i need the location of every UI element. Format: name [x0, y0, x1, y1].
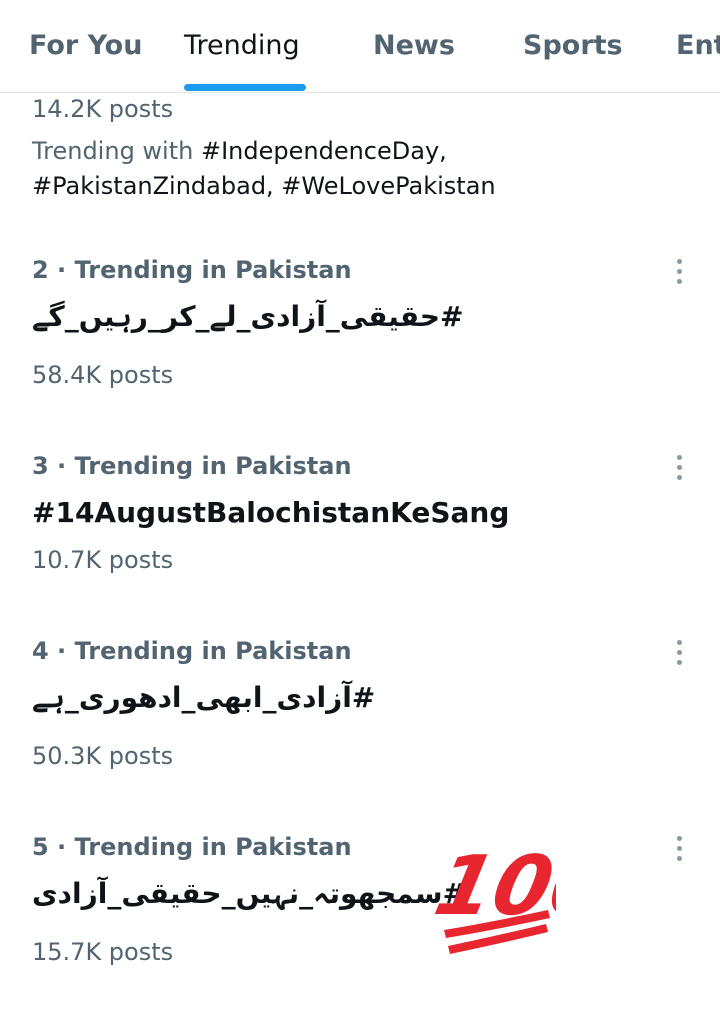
trend-name-text: #حقیقی_آزادی_لے_کر_رہیں_گے [32, 300, 464, 333]
tab-sports[interactable]: Sports [523, 30, 623, 61]
tab-trending[interactable]: Trending [184, 30, 300, 61]
tab-for-you[interactable]: For You [29, 30, 142, 61]
trend-name: #آزادی_ابھی_ادھوری_ہے [32, 681, 375, 714]
active-tab-indicator [184, 84, 306, 91]
trend-post-count: 14.2K posts [32, 95, 174, 123]
trend-post-count: 58.4K posts [32, 361, 174, 389]
tab-bar: For You Trending News Sports Ent [0, 0, 720, 93]
more-vertical-icon[interactable] [675, 640, 683, 670]
trend-name-text: #آزادی_ابھی_ادھوری_ہے [32, 681, 376, 714]
trend-name: #حقیقی_آزادی_لے_کر_رہیں_گے [32, 300, 464, 333]
trend-name-text: #سمجھوتہ_نہیں_حقیقی_آزادی [32, 877, 467, 910]
trend-post-count: 15.7K posts [32, 938, 174, 966]
trending-with-line2: #PakistanZindabad, #WeLovePakistan [32, 169, 496, 204]
trending-with-line1: Trending with #IndependenceDay, [32, 134, 447, 169]
tab-entertainment[interactable]: Ent [676, 30, 720, 61]
trending-with-tags[interactable]: #IndependenceDay, [201, 137, 447, 165]
trend-post-count: 10.7K posts [32, 546, 174, 574]
trend-context: 5 · Trending in Pakistan [32, 833, 352, 861]
more-vertical-icon[interactable] [675, 259, 683, 289]
more-vertical-icon[interactable] [675, 836, 683, 866]
trend-post-count: 50.3K posts [32, 742, 174, 770]
trend-context: 3 · Trending in Pakistan [32, 452, 352, 480]
trend-context: 4 · Trending in Pakistan [32, 637, 352, 665]
tab-news[interactable]: News [373, 30, 455, 61]
more-vertical-icon[interactable] [675, 455, 683, 485]
trending-with-tags[interactable]: #PakistanZindabad, #WeLovePakistan [32, 172, 496, 200]
hundred-points-emoji: 100 [430, 838, 556, 954]
trend-context: 2 · Trending in Pakistan [32, 256, 352, 284]
trend-name: #سمجھوتہ_نہیں_حقیقی_آزادی [32, 877, 466, 910]
trending-with-prefix: Trending with [32, 137, 201, 165]
trend-name: #14AugustBalochistanKeSang [32, 496, 510, 529]
